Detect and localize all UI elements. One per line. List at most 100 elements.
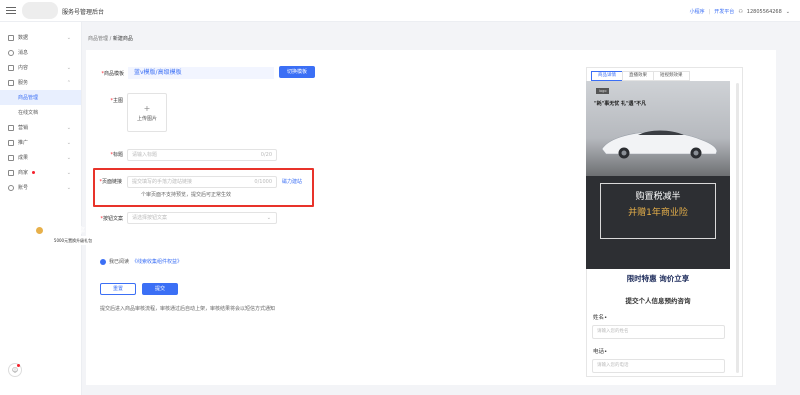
chevron-down-icon: ⌄ (66, 185, 71, 191)
sidebar-item-content[interactable]: 内容 ⌄ (0, 60, 81, 75)
agree-prefix: 我已阅读 (109, 259, 130, 265)
rate-row: 36期0利率 (36, 225, 85, 236)
rate-text: 36期0利率 (46, 226, 86, 235)
marketing-icon (8, 124, 14, 131)
hero-logo-tag: logo (596, 88, 610, 94)
message-icon (8, 49, 14, 56)
car-image (601, 130, 718, 159)
app-title: 服务号管理后台 (62, 9, 105, 16)
sidebar-item-label: 商家 (18, 170, 29, 176)
page-link-count: 0/1000 (254, 179, 272, 185)
main-image-label: *主图 (110, 98, 123, 104)
breadcrumb-current: 新建商品 (112, 36, 133, 42)
headline-tax: 购置税减半 (635, 192, 681, 202)
sidebar-item-messages[interactable]: 消息 (0, 45, 81, 60)
gift-pill: 5000元置换升级礼包 (42, 236, 104, 245)
sidebar-item-online-docs[interactable]: 在线文档 (0, 105, 81, 120)
dev-platform-link[interactable]: 开发平台 (714, 8, 734, 15)
sidebar: 数据 ⌄ 消息 内容 ⌄ 服务 ⌃ 商品管理 在线文档 营销 ⌄ 推广 ⌄ 成果 ⌄ 商家 ⌄… (0, 22, 82, 395)
sidebar-item-label: 商品管理 (18, 95, 39, 101)
submit-button[interactable]: 提交 (142, 283, 178, 295)
chevron-down-icon: ⌄ (66, 140, 71, 146)
footer-note: 提交后进入商品审核流程，审核通过后自动上架，审核结果将会以短信方式通知 (100, 306, 276, 312)
title-placeholder: 请输入标题 (132, 152, 158, 158)
header-links: 小程序 | 开发平台 ⚇ 12805564268 ⌄ (690, 8, 790, 16)
sidebar-item-data[interactable]: 数据 ⌄ (0, 30, 81, 45)
account-number[interactable]: 12805564268 (747, 9, 782, 15)
sidebar-item-results[interactable]: 成果 ⌄ (0, 150, 81, 165)
service-icon (8, 79, 14, 86)
sidebar-item-label: 消息 (18, 50, 29, 56)
promotion-icon (8, 139, 14, 146)
headline-insurance: 并赠1年商业险 (628, 208, 688, 218)
page-link-hint: 个审页面不支持预览，提交后可正常生效 (141, 192, 232, 198)
sidebar-item-label: 成果 (18, 155, 29, 161)
button-text-label: *按钮文案 (100, 216, 123, 222)
sidebar-item-store[interactable]: 商家 ⌄ (0, 165, 81, 180)
preview-hero-image: logo "耗"事无忧 礼"遇"不凡 购置税减半 并赠1年商业险 (586, 81, 730, 269)
chevron-down-icon: ⌄ (66, 35, 71, 41)
header-separator: | (708, 8, 711, 15)
upload-text: 上传图片 (136, 115, 157, 122)
button-text-select[interactable]: 请选择按钮文案 ⌄ (127, 212, 277, 224)
chevron-down-icon: ⌄ (66, 170, 71, 176)
notification-dot (32, 171, 36, 174)
chevron-down-icon[interactable]: ⌄ (786, 9, 790, 15)
mini-program-link[interactable]: 小程序 (690, 8, 705, 15)
agreement-link[interactable]: 《线索收集组件权益》 (132, 258, 182, 265)
preview-form-title: 提交个人信息预约咨询 (625, 297, 691, 305)
preview-tabs: 商品详情 直播效果 短视频效果 (591, 71, 690, 81)
page-link-placeholder: 提交填写的手落力建站链接 (132, 179, 193, 185)
logo (22, 2, 58, 19)
checkbox-checked-icon[interactable] (100, 258, 106, 265)
sidebar-item-promotion[interactable]: 推广 ⌄ (0, 135, 81, 150)
results-icon (8, 154, 14, 161)
chevron-up-icon: ⌃ (66, 80, 71, 86)
reset-button[interactable]: 重置 (100, 283, 136, 295)
magnet-build-link[interactable]: 磁力建站 (282, 178, 302, 185)
sidebar-item-label: 在线文档 (18, 110, 39, 116)
breadcrumb-parent[interactable]: 商品管理 (88, 36, 108, 42)
coin-icon (36, 227, 43, 234)
agreement-row[interactable]: 我已阅读 《线索收集组件权益》 (100, 258, 182, 265)
promo-text: 限时特惠 询价立享 (626, 274, 690, 283)
sidebar-item-product-management[interactable]: 商品管理 (0, 90, 81, 105)
preview-scrollbar[interactable] (736, 83, 739, 373)
page-link-label: *页面链接 (99, 179, 122, 185)
account-icon (8, 184, 14, 191)
tab-short-video-effect[interactable]: 短视频效果 (653, 71, 690, 81)
sidebar-item-service[interactable]: 服务 ⌃ (0, 75, 81, 90)
tab-product-detail[interactable]: 商品详情 (591, 71, 623, 81)
template-value: 蓝v模版/高级模板 (128, 67, 274, 79)
sidebar-item-label: 账号 (18, 185, 29, 191)
top-bar: 服务号管理后台 小程序 | 开发平台 ⚇ 12805564268 ⌄ (0, 0, 800, 22)
page-link-input[interactable]: 提交填写的手落力建站链接 0/1000 (127, 176, 277, 188)
sidebar-item-label: 营销 (18, 125, 29, 131)
sidebar-item-account[interactable]: 账号 ⌄ (0, 180, 81, 195)
preview-name-input[interactable]: 请输入您的姓名 (592, 325, 725, 339)
title-input[interactable]: 请输入标题 0/20 (127, 149, 277, 161)
button-text-placeholder: 请选择按钮文案 (132, 215, 168, 221)
chart-icon (8, 34, 14, 41)
title-count: 0/20 (260, 152, 272, 158)
chevron-down-icon: ⌄ (66, 65, 71, 71)
sidebar-item-label: 推广 (18, 140, 29, 146)
menu-icon[interactable] (6, 5, 16, 15)
chevron-down-icon: ⌄ (66, 125, 71, 131)
title-label: *标题 (110, 152, 123, 158)
template-label: *商品模板 (101, 71, 124, 77)
sidebar-item-label: 服务 (18, 80, 29, 86)
preview-phone-input[interactable]: 请输入您的电话 (592, 359, 725, 373)
notification-dot (17, 364, 20, 367)
chat-icon: ☺ (11, 366, 19, 374)
switch-template-button[interactable]: 切换模板 (279, 66, 315, 78)
content-icon (8, 64, 14, 71)
preview-phone-label: 电话• (593, 349, 608, 355)
user-icon: ⚇ (738, 8, 743, 15)
upload-image-button[interactable]: + 上传图片 (127, 93, 167, 132)
store-icon (8, 169, 14, 176)
sidebar-item-marketing[interactable]: 营销 ⌄ (0, 120, 81, 135)
tab-live-effect[interactable]: 直播效果 (622, 71, 654, 81)
support-avatar[interactable]: ☺ (8, 363, 22, 377)
sidebar-item-label: 内容 (18, 65, 29, 71)
